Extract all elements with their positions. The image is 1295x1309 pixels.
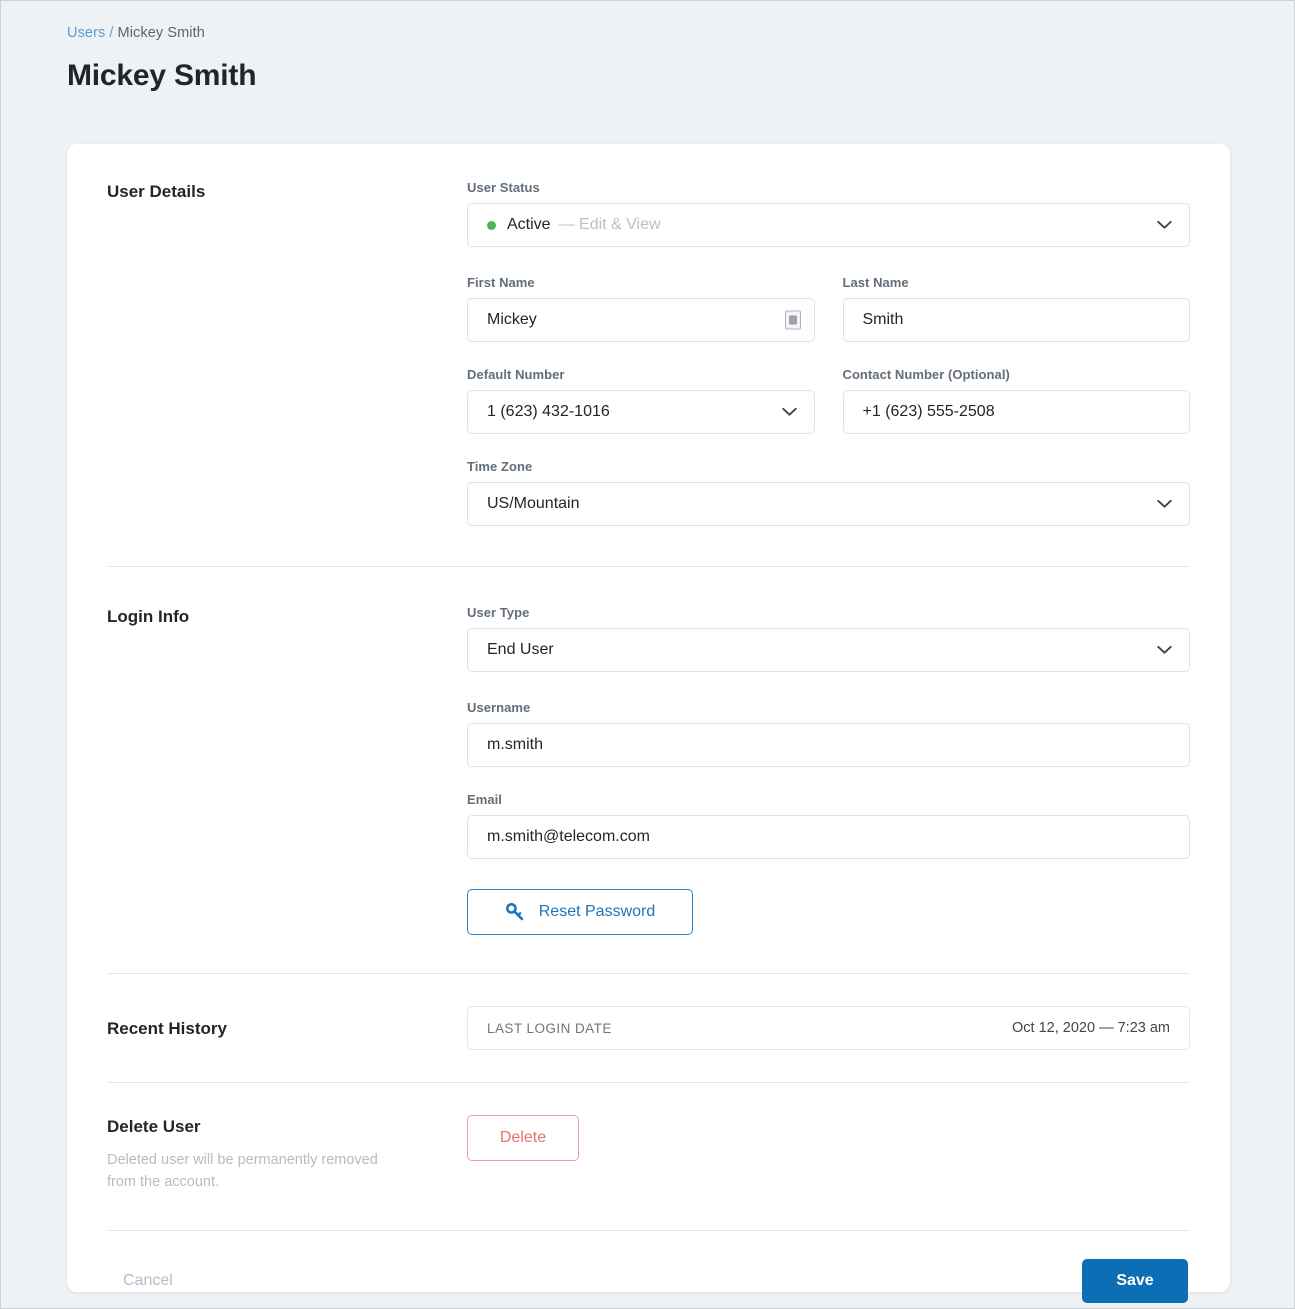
field-contact-number: Contact Number (Optional) +1 (623) 555-2… xyxy=(842,367,1190,434)
key-icon xyxy=(505,902,525,922)
section-login-info: Login Info User Type End User Username m… xyxy=(67,567,1230,973)
first-name-input[interactable]: Mickey xyxy=(467,298,815,342)
section-title-delete-user: Delete User xyxy=(107,1117,201,1136)
username-value: m.smith xyxy=(487,736,543,753)
field-first-name: First Name Mickey xyxy=(467,275,815,342)
login-info-label-column: Login Info xyxy=(107,605,467,935)
user-detail-page: Users / Mickey Smith Mickey Smith User Det… xyxy=(0,0,1295,1309)
chevron-down-icon xyxy=(1157,220,1172,230)
field-default-number: Default Number 1 (623) 432-1016 xyxy=(467,367,815,434)
label-time-zone: Time Zone xyxy=(467,459,533,474)
status-dot-icon xyxy=(487,220,496,230)
breadcrumb-current: Mickey Smith xyxy=(117,25,205,41)
field-last-name: Last Name Smith xyxy=(842,275,1190,342)
autofill-save-icon[interactable] xyxy=(784,310,801,330)
default-number-value: 1 (623) 432-1016 xyxy=(487,403,610,420)
delete-user-description: Deleted user will be permanently removed… xyxy=(107,1152,378,1191)
label-user-type: User Type xyxy=(467,605,530,620)
email-value: m.smith@telecom.com xyxy=(487,828,650,845)
section-title-recent-history: Recent History xyxy=(107,1019,227,1038)
user-type-select[interactable]: End User xyxy=(467,628,1190,672)
last-login-value: Oct 12, 2020 — 7:23 am xyxy=(1012,1020,1170,1036)
label-email: Email xyxy=(467,792,502,807)
label-username: Username xyxy=(467,700,531,715)
section-title-user-details: User Details xyxy=(107,182,206,201)
last-login-label: LAST LOGIN DATE xyxy=(487,1020,612,1036)
chevron-down-icon xyxy=(1157,645,1172,655)
label-user-status: User Status xyxy=(467,180,540,195)
recent-history-fields-column: LAST LOGIN DATE Oct 12, 2020 — 7:23 am xyxy=(467,1006,1190,1050)
username-input[interactable]: m.smith xyxy=(467,723,1190,767)
user-status-select[interactable]: Active — Edit & View xyxy=(467,203,1190,247)
time-zone-select[interactable]: US/Mountain xyxy=(467,482,1190,526)
delete-button[interactable]: Delete xyxy=(467,1115,579,1161)
section-user-details: User Details User Status Active — Edit &… xyxy=(67,144,1230,566)
user-status-value: Active xyxy=(507,216,551,233)
page-title: Mickey Smith xyxy=(67,59,257,92)
section-recent-history: Recent History LAST LOGIN DATE Oct 12, 2… xyxy=(67,974,1230,1082)
login-info-fields-column: User Type End User Username m.smith Emai… xyxy=(467,605,1190,935)
save-button[interactable]: Save xyxy=(1082,1258,1188,1303)
recent-history-label-column: Recent History xyxy=(107,1017,467,1039)
reset-password-button[interactable]: Reset Password xyxy=(467,889,693,935)
chevron-down-icon xyxy=(781,407,797,417)
last-name-input[interactable]: Smith xyxy=(842,298,1190,342)
first-name-value: Mickey xyxy=(487,311,537,328)
user-status-detail: — Edit & View xyxy=(558,216,661,233)
delete-user-label-column: Delete User Deleted user will be permane… xyxy=(107,1115,467,1194)
email-input[interactable]: m.smith@telecom.com xyxy=(467,815,1190,859)
delete-user-action-column: Delete xyxy=(467,1115,1190,1194)
user-details-label-column: User Details xyxy=(107,180,467,526)
user-type-value: End User xyxy=(487,641,554,658)
field-time-zone: Time Zone US/Mountain xyxy=(467,459,1190,526)
label-default-number: Default Number xyxy=(467,367,565,382)
breadcrumb-link-users[interactable]: Users xyxy=(67,25,105,41)
breadcrumb-separator: / xyxy=(109,25,114,41)
default-number-select[interactable]: 1 (623) 432-1016 xyxy=(467,390,815,434)
reset-password-label: Reset Password xyxy=(538,903,656,920)
field-user-status: User Status Active — Edit & View xyxy=(467,180,1190,247)
row-names: First Name Mickey Last Name Smith xyxy=(467,275,1190,342)
time-zone-value: US/Mountain xyxy=(487,495,580,512)
last-name-value: Smith xyxy=(862,311,904,328)
label-contact-number: Contact Number (Optional) xyxy=(842,367,1010,382)
user-details-fields-column: User Status Active — Edit & View First N… xyxy=(467,180,1190,526)
user-detail-card: User Details User Status Active — Edit &… xyxy=(67,144,1230,1303)
contact-number-input[interactable]: +1 (623) 555-2508 xyxy=(842,390,1190,434)
last-login-row: LAST LOGIN DATE Oct 12, 2020 — 7:23 am xyxy=(467,1006,1190,1050)
section-delete-user: Delete User Deleted user will be permane… xyxy=(67,1083,1230,1230)
breadcrumb: Users / Mickey Smith xyxy=(67,25,205,41)
cancel-button[interactable]: Cancel xyxy=(109,1264,187,1298)
field-email: Email m.smith@telecom.com xyxy=(467,792,1190,859)
form-footer: Cancel Save xyxy=(67,1255,1230,1307)
field-user-type: User Type End User xyxy=(467,605,1190,672)
divider xyxy=(107,1229,1190,1231)
section-title-login-info: Login Info xyxy=(107,607,190,626)
contact-number-value: +1 (623) 555-2508 xyxy=(862,403,995,420)
chevron-down-icon xyxy=(1157,499,1172,509)
field-username: Username m.smith xyxy=(467,700,1190,767)
label-first-name: First Name xyxy=(467,275,535,290)
row-numbers: Default Number 1 (623) 432-1016 Contact … xyxy=(467,367,1190,434)
label-last-name: Last Name xyxy=(842,275,909,290)
